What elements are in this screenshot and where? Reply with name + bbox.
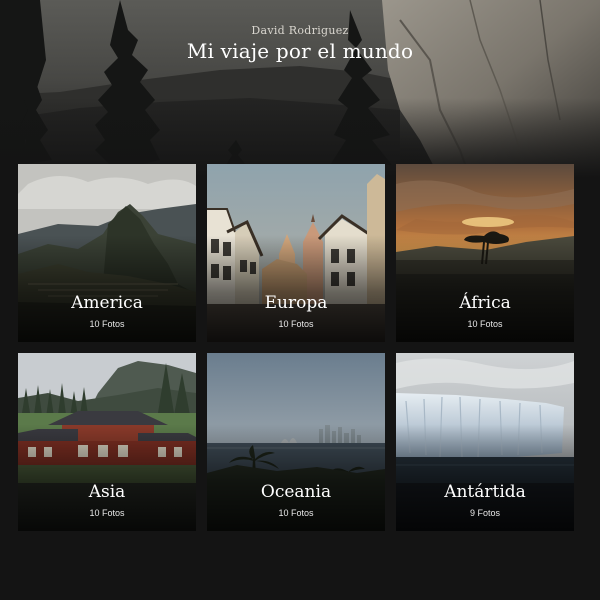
album-title: Oceania — [260, 482, 332, 502]
card-overlay — [18, 353, 196, 531]
photo-count: 9 Fotos — [469, 508, 500, 518]
album-title: Antártida — [444, 482, 526, 502]
album-title: África — [459, 293, 511, 313]
album-title: Asia — [88, 482, 126, 502]
album-title: America — [71, 293, 143, 313]
photo-count: 10 Fotos — [278, 508, 314, 518]
card-overlay — [396, 164, 574, 342]
hero-banner: David Rodriguez Mi viaje por el mundo — [0, 0, 600, 178]
photo-count: 10 Fotos — [278, 319, 314, 329]
photo-count: 10 Fotos — [89, 508, 125, 518]
page: David Rodriguez Mi viaje por el mundo Am… — [0, 0, 600, 600]
card-overlay — [396, 353, 574, 531]
album-title: Europa — [264, 293, 328, 313]
photo-count: 10 Fotos — [467, 319, 503, 329]
author-name: David Rodriguez — [251, 24, 349, 37]
page-title: Mi viaje por el mundo — [186, 39, 414, 63]
album-card-asia[interactable]: Asia 10 Fotos — [18, 353, 196, 531]
card-overlay — [207, 353, 385, 531]
photo-count: 10 Fotos — [89, 319, 125, 329]
album-card-europa[interactable]: Europa 10 Fotos — [207, 164, 385, 342]
album-card-oceania[interactable]: Oceania 10 Fotos — [207, 353, 385, 531]
album-card-america[interactable]: America 10 Fotos — [18, 164, 196, 342]
album-card-antartida[interactable]: Antártida 9 Fotos — [396, 353, 574, 531]
card-overlay — [18, 164, 196, 342]
card-overlay — [207, 164, 385, 342]
album-card-africa[interactable]: África 10 Fotos — [396, 164, 574, 342]
